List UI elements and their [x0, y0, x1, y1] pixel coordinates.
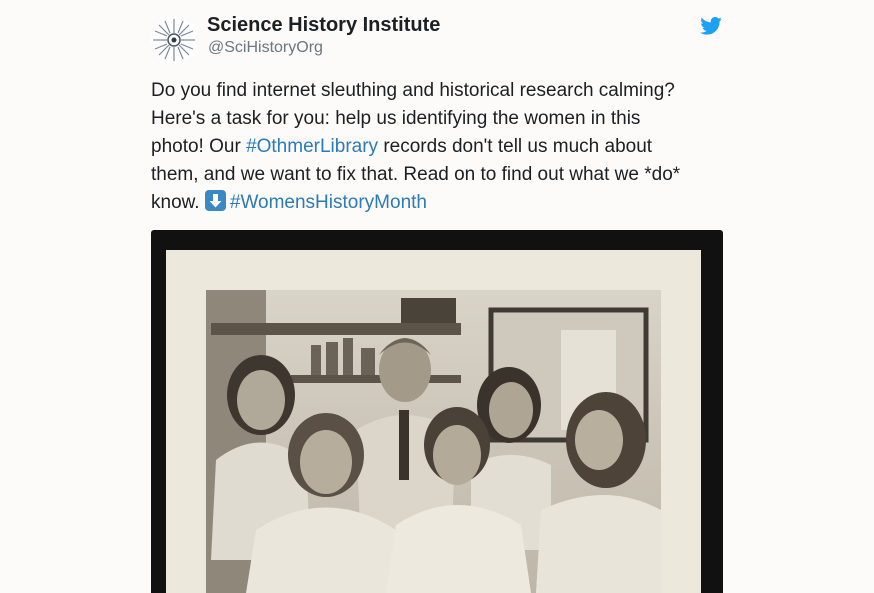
- account-name[interactable]: Science History Institute: [207, 14, 440, 37]
- down-arrow-emoji-icon: [204, 190, 226, 211]
- tweet-line: know. #WomensHistoryMonth: [151, 189, 731, 217]
- tweet-line: photo! Our #OthmerLibrary records don't …: [151, 133, 731, 161]
- tweet-text: Do you find internet sleuthing and histo…: [151, 77, 731, 217]
- account-handle[interactable]: @SciHistoryOrg: [208, 39, 323, 57]
- starburst-logo-icon: [153, 19, 195, 61]
- tweet-line: Here's a task for you: help us identifyi…: [151, 108, 641, 129]
- account-avatar[interactable]: [151, 17, 197, 63]
- hashtag-womenshistorymonth-link[interactable]: #WomensHistoryMonth: [230, 192, 427, 213]
- tweet-line: Do you find internet sleuthing and histo…: [151, 80, 675, 101]
- tweet-text-segment: records don't tell us much about: [378, 136, 653, 157]
- tweet-line: them, and we want to fix that. Read on t…: [151, 164, 681, 185]
- tweet-text-segment: know.: [151, 192, 205, 213]
- tweet-photo[interactable]: [151, 230, 723, 593]
- twitter-bird-icon[interactable]: [700, 17, 722, 35]
- historical-group-photo-image: [166, 250, 701, 593]
- tweet-text-segment: photo! Our: [151, 136, 247, 157]
- hashtag-othmerlibrary-link[interactable]: #OthmerLibrary: [246, 136, 378, 157]
